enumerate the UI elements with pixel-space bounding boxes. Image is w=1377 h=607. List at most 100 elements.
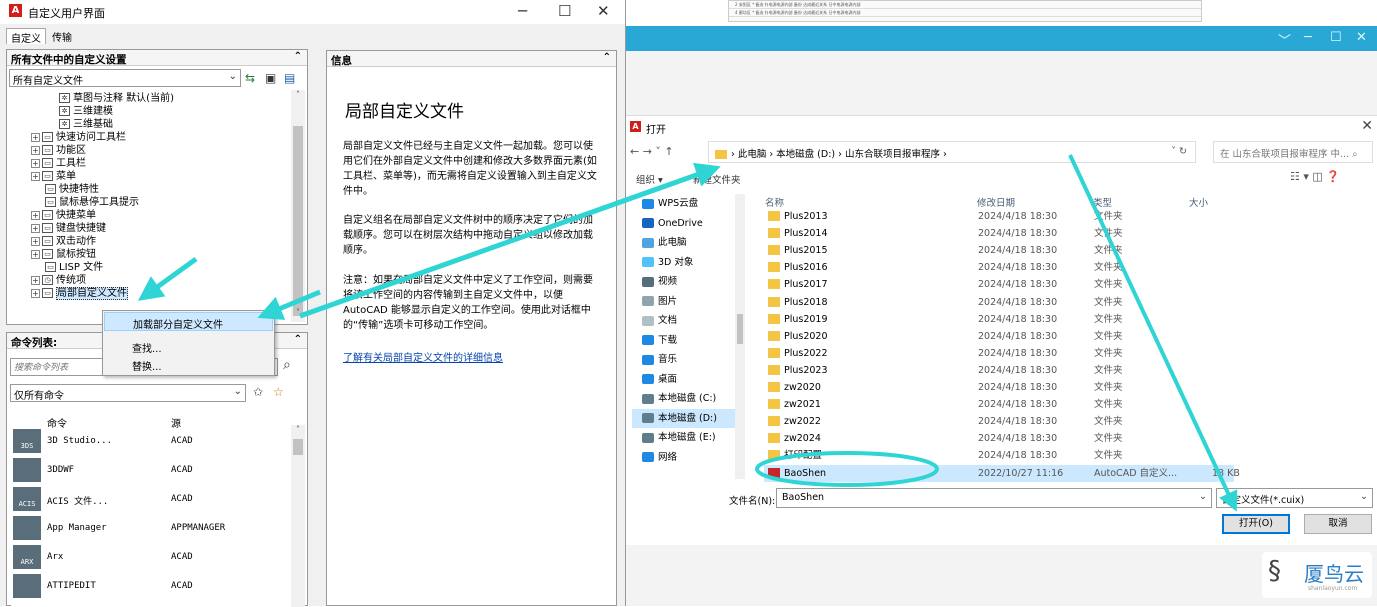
tree-item[interactable]: + ▭ 快速访问工具栏: [31, 131, 126, 144]
close-icon[interactable]: ✕: [1356, 30, 1367, 45]
col-header-type[interactable]: 类型: [1093, 195, 1112, 209]
file-row[interactable]: zw2022 2024/4/18 18:30 文件夹: [764, 413, 1234, 430]
command-filter-combo[interactable]: 仅所有命令 ⌄: [10, 384, 246, 402]
tab-customize[interactable]: 自定义: [6, 28, 46, 45]
new-command-icon[interactable]: ✩: [253, 385, 263, 399]
nav-scrollbar[interactable]: [735, 194, 745, 479]
tree-item[interactable]: + ▭ 功能区: [31, 144, 86, 157]
file-row[interactable]: 打印配置 2024/4/18 18:30 文件夹: [764, 447, 1234, 464]
maximize-icon[interactable]: ☐: [558, 2, 571, 20]
nav-item[interactable]: 3D 对象: [642, 253, 693, 272]
nav-arrows[interactable]: ← → ˅ ↑: [630, 145, 674, 158]
tree-item[interactable]: ▭ LISP 文件: [45, 261, 103, 274]
cancel-button[interactable]: 取消: [1304, 514, 1372, 534]
close-icon[interactable]: ✕: [1361, 118, 1373, 134]
file-row[interactable]: Plus2015 2024/4/18 18:30 文件夹: [764, 242, 1234, 259]
nav-item[interactable]: 图片: [642, 292, 677, 311]
address-bar[interactable]: › 此电脑 › 本地磁盘 (D:) › 山东合联项目报审程序 › ˅ ↻: [708, 141, 1196, 163]
file-row[interactable]: Plus2020 2024/4/18 18:30 文件夹: [764, 328, 1234, 345]
nav-item[interactable]: WPS云盘: [642, 194, 698, 213]
expand-icon[interactable]: +: [31, 236, 40, 246]
filename-input[interactable]: BaoShen ⌄: [776, 488, 1212, 508]
nav-item[interactable]: 本地磁盘 (C:): [642, 389, 716, 408]
scroll-up-icon[interactable]: ˄: [291, 90, 305, 102]
refresh-icon[interactable]: ˅ ↻: [1171, 146, 1187, 157]
menu-item-replace[interactable]: 替换...: [104, 355, 273, 374]
file-row[interactable]: Plus2016 2024/4/18 18:30 文件夹: [764, 259, 1234, 276]
tree-item[interactable]: + ▭ 工具栏: [31, 157, 86, 170]
collapse-icon[interactable]: ⌃: [294, 51, 302, 62]
file-row[interactable]: Plus2019 2024/4/18 18:30 文件夹: [764, 311, 1234, 328]
nav-item[interactable]: 下载: [642, 331, 677, 350]
scrollbar-thumb[interactable]: [737, 314, 743, 344]
command-row[interactable]: ATTIPEDIT ACAD: [11, 572, 289, 600]
new-folder-button[interactable]: 新建文件夹: [693, 172, 741, 186]
command-row[interactable]: ARX Arx ACAD: [11, 543, 289, 571]
tree-item[interactable]: ▭ 快捷特性: [45, 183, 99, 196]
menu-item-load-partial[interactable]: 加载部分自定义文件: [104, 312, 273, 331]
nav-item[interactable]: 音乐: [642, 350, 677, 369]
file-row[interactable]: zw2020 2024/4/18 18:30 文件夹: [764, 379, 1234, 396]
star-command-icon[interactable]: ☆: [273, 385, 284, 399]
save-as-icon[interactable]: ▤: [284, 71, 295, 85]
tree-item[interactable]: + ▭ 菜单: [31, 170, 76, 183]
close-icon[interactable]: ✕: [597, 2, 610, 20]
tree-item[interactable]: ▭ 鼠标悬停工具提示: [45, 196, 139, 209]
file-row[interactable]: BaoShen 2022/10/27 11:16 AutoCAD 自定义... 18 …: [764, 464, 1240, 482]
scrollbar-thumb[interactable]: [293, 126, 303, 316]
open-file-icon[interactable]: ⇆: [245, 71, 255, 85]
menu-item-find[interactable]: 查找...: [104, 337, 273, 356]
organize-button[interactable]: 组织 ▾: [636, 172, 663, 186]
command-row[interactable]: App Manager APPMANAGER: [11, 514, 289, 542]
nav-item[interactable]: 本地磁盘 (E:): [642, 428, 716, 447]
nav-item[interactable]: 桌面: [642, 370, 677, 389]
view-controls[interactable]: ☷ ▾ ◫ ❓: [1290, 170, 1340, 183]
nav-item[interactable]: 本地磁盘 (D:): [632, 408, 738, 428]
expand-icon[interactable]: +: [31, 288, 40, 298]
expand-icon[interactable]: +: [31, 171, 40, 181]
file-row[interactable]: Plus2013 2024/4/18 18:30 文件夹: [764, 208, 1234, 225]
file-row[interactable]: zw2021 2024/4/18 18:30 文件夹: [764, 396, 1234, 413]
command-row[interactable]: 3DS 3D Studio... ACAD: [11, 427, 289, 455]
nav-item[interactable]: 网络: [642, 448, 677, 467]
open-button[interactable]: 打开(O): [1222, 514, 1290, 534]
tree-item[interactable]: + ▭ 局部自定义文件: [31, 287, 128, 300]
file-row[interactable]: Plus2018 2024/4/18 18:30 文件夹: [764, 294, 1234, 311]
tree-item[interactable]: + ◷ 传统项: [31, 274, 86, 287]
tree-item[interactable]: + ▭ 键盘快捷键: [31, 222, 106, 235]
expand-icon[interactable]: +: [31, 132, 40, 142]
search-input[interactable]: 在 山东合联项目报审程序 中... ⌕: [1213, 141, 1373, 163]
expand-icon[interactable]: +: [31, 249, 40, 259]
scroll-down-icon[interactable]: ˅: [291, 308, 305, 320]
nav-item[interactable]: 文档: [642, 311, 677, 330]
customizations-tree[interactable]: ✲ 草图与注释 默认(当前) ✲ 三维建模 ✲ 三维基础 + ▭ 快速访问工具栏 + ▭ 功能区 + ▭ 工…: [9, 90, 305, 322]
tree-item[interactable]: ✲ 草图与注释 默认(当前): [59, 92, 174, 105]
maximize-icon[interactable]: ☐: [1330, 30, 1342, 45]
tree-scrollbar[interactable]: ˄ ˅: [291, 90, 305, 322]
file-type-filter[interactable]: 自定义文件(*.cuix) ⌄: [1216, 488, 1373, 508]
minimize-icon[interactable]: ─: [1304, 30, 1312, 45]
expand-icon[interactable]: +: [31, 158, 40, 168]
col-header-date[interactable]: 修改日期: [977, 195, 1015, 209]
file-row[interactable]: Plus2023 2024/4/18 18:30 文件夹: [764, 362, 1234, 379]
collapse-icon[interactable]: ⌃: [294, 334, 302, 345]
nav-item[interactable]: 视频: [642, 272, 677, 291]
tree-item[interactable]: ✲ 三维基础: [59, 118, 113, 131]
expand-icon[interactable]: +: [31, 223, 40, 233]
file-row[interactable]: zw2024 2024/4/18 18:30 文件夹: [764, 430, 1234, 447]
file-row[interactable]: Plus2022 2024/4/18 18:30 文件夹: [764, 345, 1234, 362]
expand-icon[interactable]: +: [31, 275, 40, 285]
scroll-up-icon[interactable]: ˄: [291, 425, 305, 437]
expand-icon[interactable]: +: [31, 145, 40, 155]
command-row[interactable]: 3DDWF ACAD: [11, 456, 289, 484]
nav-item[interactable]: 此电脑: [642, 233, 687, 252]
nav-item[interactable]: OneDrive: [642, 214, 703, 233]
command-row[interactable]: ACIS ACIS 文件... ACAD: [11, 485, 289, 513]
tab-transfer[interactable]: 传输: [48, 28, 76, 44]
command-scrollbar[interactable]: ˄: [291, 425, 305, 607]
save-icon[interactable]: ▣: [265, 71, 276, 85]
minimize-icon[interactable]: ─: [518, 2, 527, 20]
tree-item[interactable]: + ▭ 双击动作: [31, 235, 96, 248]
chevron-down-icon[interactable]: ⌄: [1199, 491, 1207, 502]
file-row[interactable]: Plus2014 2024/4/18 18:30 文件夹: [764, 225, 1234, 242]
